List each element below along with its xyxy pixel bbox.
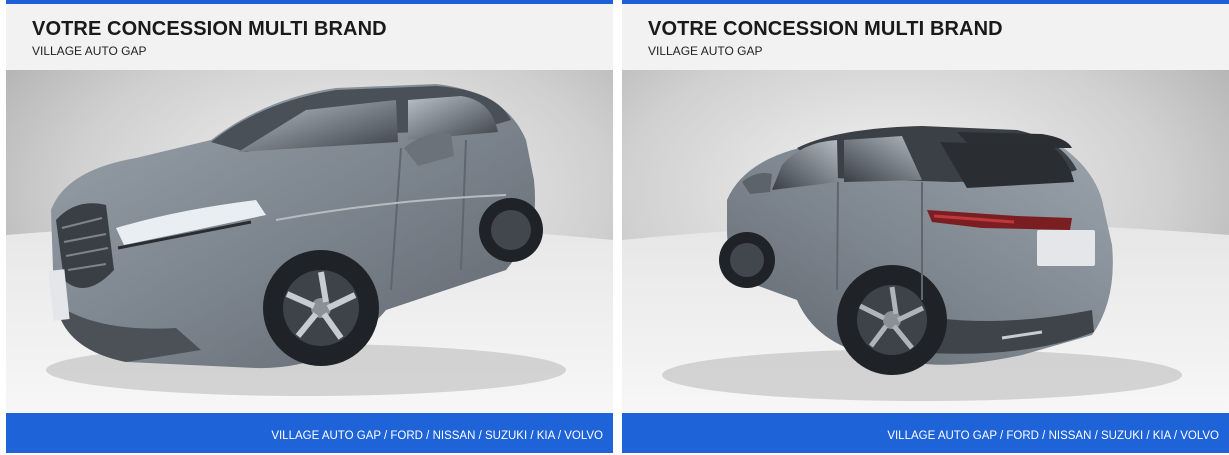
car-front-illustration [6,70,613,413]
photo-card-rear[interactable]: VOTRE CONCESSION MULTI BRAND VILLAGE AUT… [622,0,1229,453]
card-header: VOTRE CONCESSION MULTI BRAND VILLAGE AUT… [6,4,613,70]
dealer-footer-bar: VILLAGE AUTO GAP / FORD / NISSAN / SUZUK… [6,413,613,453]
dealer-footer-bar: VILLAGE AUTO GAP / FORD / NISSAN / SUZUK… [622,413,1229,453]
dealer-title: VOTRE CONCESSION MULTI BRAND [648,18,1003,40]
dealer-subtitle: VILLAGE AUTO GAP [32,44,147,58]
dealer-brands-text: VILLAGE AUTO GAP / FORD / NISSAN / SUZUK… [271,430,603,442]
car-rear-illustration [622,70,1229,413]
listing-photo-gallery: VOTRE CONCESSION MULTI BRAND VILLAGE AUT… [0,0,1229,455]
dealer-title: VOTRE CONCESSION MULTI BRAND [32,18,387,40]
dealer-brands-text: VILLAGE AUTO GAP / FORD / NISSAN / SUZUK… [887,430,1219,442]
car-front-photo[interactable] [6,70,613,413]
car-rear-photo[interactable] [622,70,1229,413]
card-header: VOTRE CONCESSION MULTI BRAND VILLAGE AUT… [622,4,1229,70]
dealer-subtitle: VILLAGE AUTO GAP [648,44,763,58]
photo-card-front[interactable]: VOTRE CONCESSION MULTI BRAND VILLAGE AUT… [6,0,613,453]
